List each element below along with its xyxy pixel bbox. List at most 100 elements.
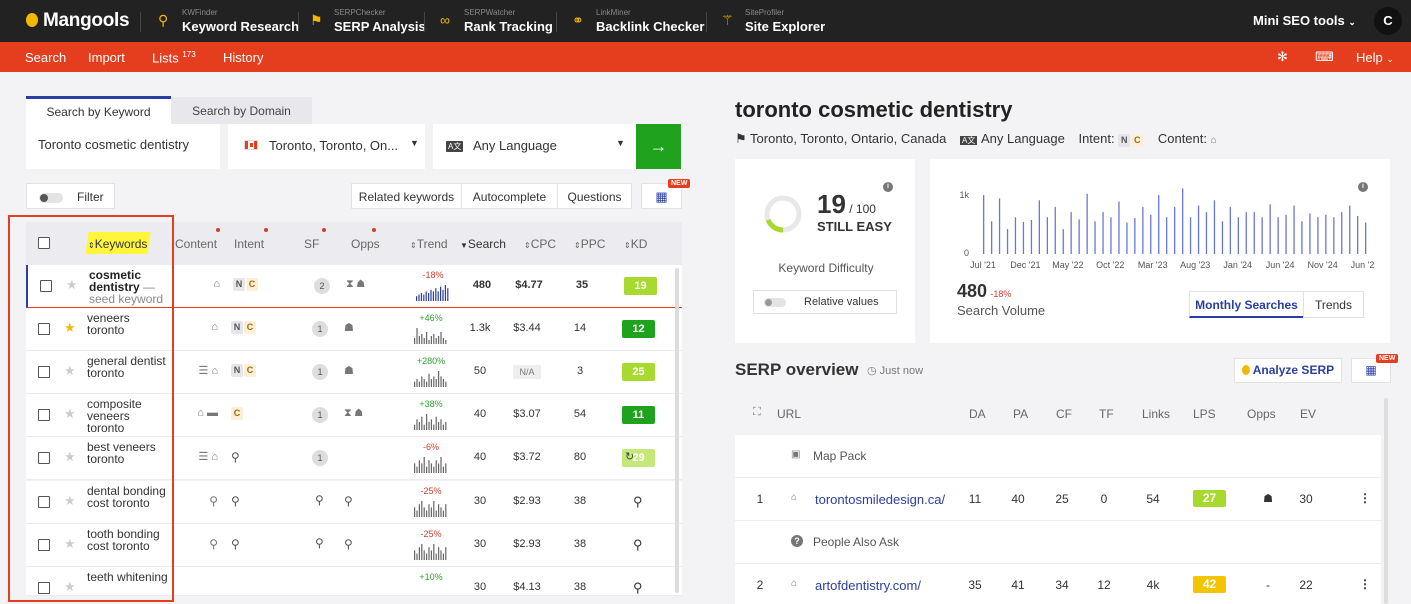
volume-bar[interactable] xyxy=(1022,221,1025,254)
volume-bar[interactable] xyxy=(1118,201,1120,254)
volume-bar[interactable] xyxy=(1277,217,1279,254)
volume-bar[interactable] xyxy=(1094,221,1096,254)
serp-result-row[interactable]: 2 ⌂ artofdentistry.com/ 35 41 34 12 4k 4… xyxy=(735,564,1381,604)
keyword-row[interactable]: ★ composite veneers toronto ⌂ ▬ C 1 ⧗ ☗ +38% 40… xyxy=(26,394,682,437)
info-icon[interactable]: i xyxy=(883,177,893,192)
volume-bar[interactable] xyxy=(1174,206,1176,254)
volume-bar[interactable] xyxy=(1062,229,1064,254)
star-icon[interactable]: ★ xyxy=(64,363,76,379)
select-all-checkbox[interactable] xyxy=(38,237,50,249)
col-trend[interactable]: ⇕Trend xyxy=(410,237,448,251)
volume-bar[interactable] xyxy=(1014,217,1017,254)
keyword-row[interactable]: ★ dental bonding cost toronto ⚲ ⚲ ⚲ ⚲ -25% 30 $2… xyxy=(26,481,682,524)
volume-bar[interactable] xyxy=(1134,218,1136,254)
tab-search-by-keyword[interactable]: Search by Keyword xyxy=(26,96,171,124)
volume-bar[interactable] xyxy=(1229,206,1231,254)
col-search[interactable]: ▼Search xyxy=(460,237,506,251)
volume-bar[interactable] xyxy=(1158,195,1160,254)
keyword-text[interactable]: dental bonding cost toronto xyxy=(87,485,169,509)
keyword-text[interactable]: general dentist toronto xyxy=(87,355,169,379)
language-select[interactable]: Any Language xyxy=(473,138,557,153)
volume-bar[interactable] xyxy=(1301,221,1303,254)
volume-bar[interactable] xyxy=(1325,214,1327,254)
nav-lists[interactable]: Lists 173 xyxy=(152,50,196,65)
tab-search-by-domain[interactable]: Search by Domain xyxy=(171,97,312,125)
volume-bar[interactable] xyxy=(1126,222,1128,254)
volume-bar[interactable] xyxy=(1070,212,1072,254)
location-select[interactable]: Toronto, Toronto, On... xyxy=(269,138,398,153)
volume-bar[interactable] xyxy=(991,221,993,254)
col-opps[interactable]: Opps xyxy=(351,237,380,251)
search-submit-button[interactable]: → xyxy=(636,124,681,169)
volume-bar[interactable] xyxy=(1150,214,1152,254)
col-ev[interactable]: EV xyxy=(1300,407,1316,421)
keyword-text[interactable]: best veneers toronto xyxy=(87,441,169,465)
volume-bar[interactable] xyxy=(1269,204,1271,254)
star-icon[interactable]: ★ xyxy=(64,493,76,509)
mangools-logo[interactable]: Mangools xyxy=(26,10,130,32)
row-checkbox[interactable] xyxy=(40,280,52,292)
col-links[interactable]: Links xyxy=(1142,407,1170,421)
keyword-text[interactable]: cosmetic dentistry — seed keyword xyxy=(89,269,171,305)
volume-bar[interactable] xyxy=(1205,212,1208,254)
keyword-text[interactable]: tooth bonding cost toronto xyxy=(87,528,169,552)
volume-bar[interactable] xyxy=(1245,212,1247,254)
keyword-row[interactable]: ★ general dentist toronto ☰ ⌂ N C 1 ☗ +280% 50 N/… xyxy=(26,351,682,394)
kd-search-icon[interactable]: ⚲ xyxy=(633,580,643,596)
volume-bar[interactable] xyxy=(1030,220,1033,254)
row-checkbox[interactable] xyxy=(38,366,50,378)
keyword-input[interactable]: Toronto cosmetic dentistry xyxy=(38,137,190,152)
volume-bar[interactable] xyxy=(1237,217,1239,254)
questions-button[interactable]: Questions xyxy=(557,183,632,209)
expand-icon[interactable]: ⛶ xyxy=(753,406,761,419)
serp-url-link[interactable]: torontosmiledesign.ca/ xyxy=(815,492,945,507)
volume-bar[interactable] xyxy=(983,195,985,254)
nav-import[interactable]: Import xyxy=(88,50,125,65)
help-menu[interactable]: Help ⌄ xyxy=(1356,50,1394,65)
mini-seo-tools-menu[interactable]: Mini SEO tools ⌄ xyxy=(1253,13,1356,28)
row-checkbox[interactable] xyxy=(38,452,50,464)
monthly-searches-tab[interactable]: Monthly Searches xyxy=(1189,291,1304,318)
more-icon[interactable]: ⋮ xyxy=(1359,491,1371,505)
volume-bar[interactable] xyxy=(1221,221,1224,254)
volume-bar[interactable] xyxy=(1038,200,1040,254)
keyboard-icon[interactable]: ⌨ xyxy=(1315,49,1334,65)
volume-bar[interactable] xyxy=(1006,229,1009,254)
row-checkbox[interactable] xyxy=(38,539,50,551)
volume-bar[interactable] xyxy=(1142,206,1144,254)
kd-search-icon[interactable]: ⚲ xyxy=(633,537,643,553)
volume-bar[interactable] xyxy=(1309,213,1311,254)
scrollbar[interactable] xyxy=(675,268,679,593)
volume-bar[interactable] xyxy=(1357,216,1359,254)
col-intent[interactable]: Intent xyxy=(234,237,264,251)
volume-bar[interactable] xyxy=(1285,214,1287,254)
volume-bar[interactable] xyxy=(1166,217,1168,254)
related-keywords-button[interactable]: Related keywords xyxy=(351,183,462,209)
volume-bar[interactable] xyxy=(1182,188,1184,255)
refresh-icon[interactable]: ↻ xyxy=(625,450,634,463)
avatar[interactable]: C xyxy=(1374,7,1402,35)
volume-bar[interactable] xyxy=(1054,206,1056,254)
col-kd[interactable]: ⇕KD xyxy=(624,237,647,251)
volume-bar[interactable] xyxy=(1349,205,1351,254)
col-cpc[interactable]: ⇕CPC xyxy=(524,237,556,251)
row-checkbox[interactable] xyxy=(38,582,50,594)
keyword-text[interactable]: teeth whitening xyxy=(87,571,169,583)
volume-bar[interactable] xyxy=(1189,217,1192,254)
col-cf[interactable]: CF xyxy=(1056,407,1072,421)
volume-bar[interactable] xyxy=(1213,200,1216,254)
volume-bar[interactable] xyxy=(1197,205,1200,254)
col-lps[interactable]: LPS xyxy=(1193,407,1216,421)
star-icon[interactable]: ★ xyxy=(64,579,76,595)
keyword-text[interactable]: composite veneers toronto xyxy=(87,398,169,434)
row-checkbox[interactable] xyxy=(38,323,50,335)
volume-bar[interactable] xyxy=(1253,212,1255,254)
col-pa[interactable]: PA xyxy=(1013,407,1028,421)
volume-bar[interactable] xyxy=(1293,205,1295,254)
serp-scrollbar[interactable] xyxy=(1384,398,1388,604)
volume-bar[interactable] xyxy=(1078,219,1080,254)
kd-search-icon[interactable]: ⚲ xyxy=(633,494,643,510)
keyword-row[interactable]: ★ cosmetic dentistry — seed keyword ⌂ N C 2 ⧗ … xyxy=(26,265,682,308)
keyword-row[interactable]: ★ tooth bonding cost toronto ⚲ ⚲ ⚲ ⚲ -25% 30 $2.… xyxy=(26,524,682,567)
keyword-row[interactable]: ★ veneers toronto ⌂ N C 1 ☗ +46% 1.3k $3.44 14 12 xyxy=(26,308,682,351)
